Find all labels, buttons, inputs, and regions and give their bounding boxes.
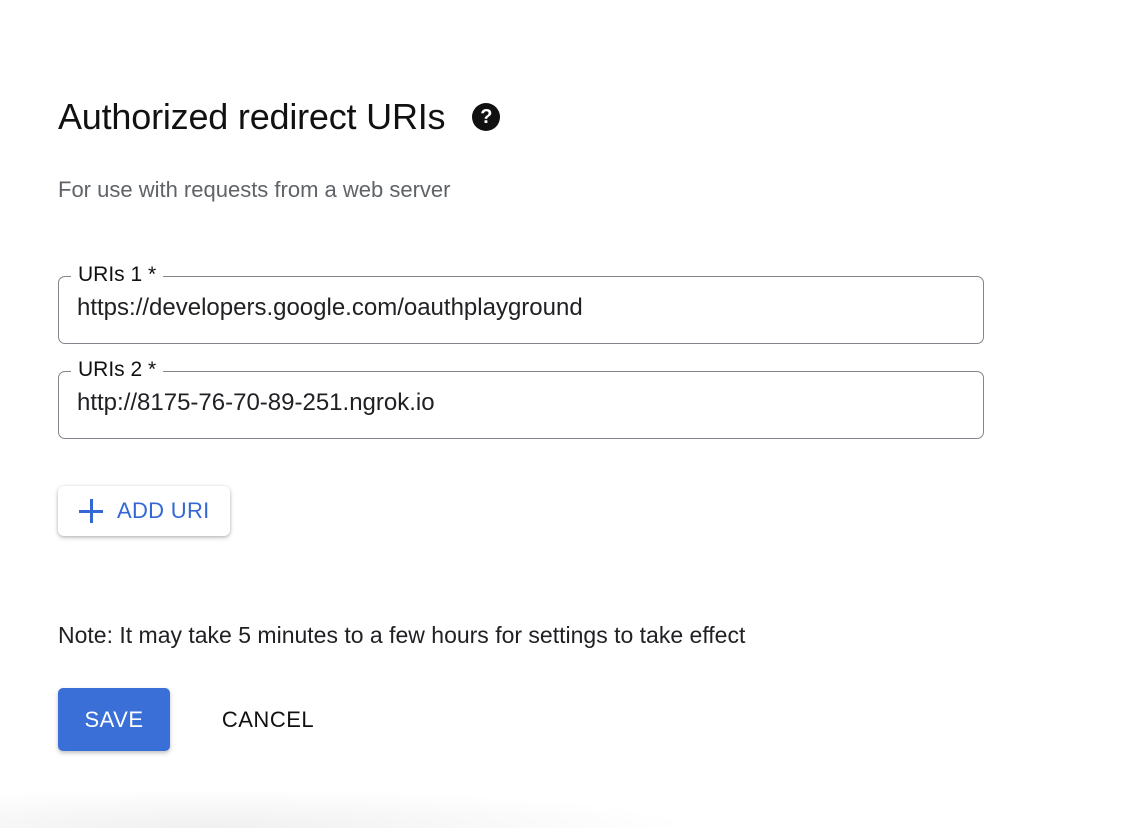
uri-field-1[interactable]: URIs 1 * [58, 262, 984, 344]
title-row: Authorized redirect URIs ? [58, 96, 501, 138]
uri-field-1-label: URIs 1 * [71, 262, 164, 288]
question-circle-icon[interactable]: ? [472, 103, 501, 131]
uri-input-1[interactable] [77, 294, 957, 322]
add-uri-button[interactable]: ADD URI [58, 486, 230, 536]
uri-field-2-label: URIs 2 * [71, 357, 164, 383]
save-button[interactable]: SAVE [58, 688, 170, 751]
add-uri-label: ADD URI [117, 498, 210, 523]
redirect-uris-page: Authorized redirect URIs ? For use with … [0, 0, 1130, 828]
plus-icon [79, 499, 103, 523]
uri-input-2[interactable] [77, 389, 957, 417]
section-title: Authorized redirect URIs [58, 96, 446, 137]
uri-field-2[interactable]: URIs 2 * [58, 357, 984, 439]
cancel-button[interactable]: CANCEL [198, 688, 338, 751]
section-subtitle: For use with requests from a web server [58, 177, 451, 202]
settings-note: Note: It may take 5 minutes to a few hou… [58, 622, 746, 648]
bottom-shadow [0, 788, 700, 828]
